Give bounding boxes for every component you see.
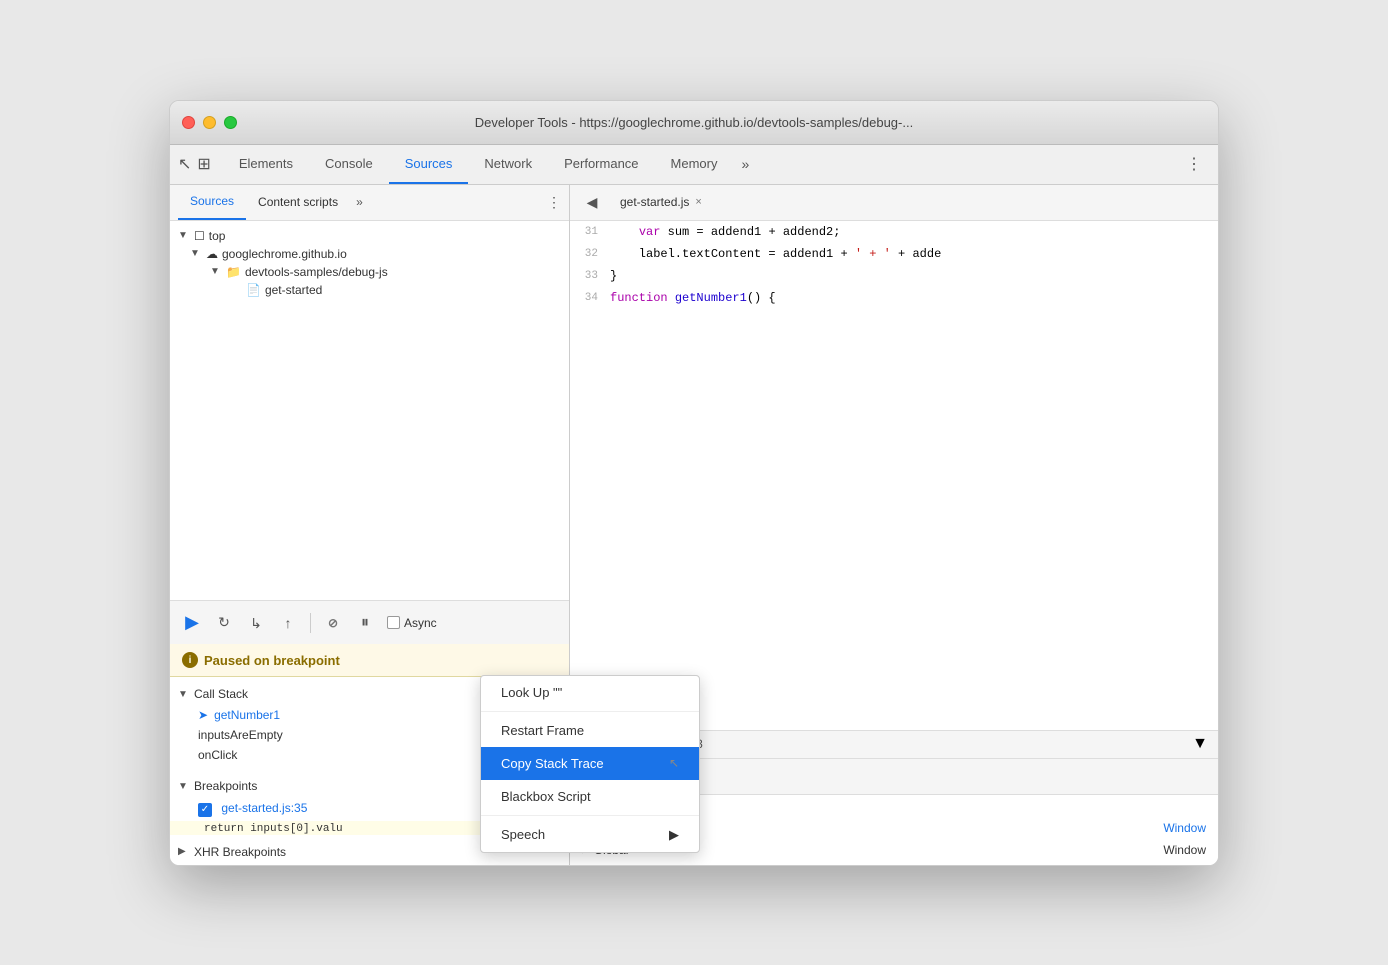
file-tree: ▼ ☐ top ▼ ☁ googlechrome.github.io ▼ 📁 d…: [170, 221, 569, 601]
ctx-item-restart-frame[interactable]: Restart Frame: [481, 714, 699, 747]
tree-item-domain[interactable]: ▼ ☁ googlechrome.github.io: [170, 245, 569, 263]
tree-arrow: ▼: [178, 230, 190, 241]
ctx-item-speech[interactable]: Speech ▶: [481, 818, 699, 852]
step-out-button[interactable]: ↑: [274, 609, 302, 637]
device-icon[interactable]: ⊞: [197, 154, 210, 174]
debugger-controls: ▶ ↻ ↰ ↑ ⊘ ⏸ Async: [170, 600, 569, 644]
tree-label-top: top: [209, 229, 226, 243]
subtab-more-button[interactable]: »: [350, 195, 369, 209]
close-button[interactable]: [182, 116, 195, 129]
tree-arrow: ▼: [210, 266, 222, 277]
code-editor[interactable]: 31 var sum = addend1 + addend2; 32 label…: [570, 221, 1218, 730]
code-line-31: 31 var sum = addend1 + addend2;: [570, 221, 1218, 243]
devtools-window: Developer Tools - https://googlechrome.g…: [169, 100, 1219, 866]
top-icon: ☐: [194, 229, 205, 243]
ctx-item-lookup[interactable]: Look Up "": [481, 676, 699, 709]
cursor-icon: ↖: [669, 756, 679, 770]
tab-sources[interactable]: Sources: [389, 144, 469, 184]
bp-checkbox[interactable]: ✓: [198, 803, 212, 817]
devtools-tabs: ↖ ⊞ Elements Console Sources Network Per…: [170, 145, 1218, 185]
code-filename: get-started.js: [620, 195, 689, 209]
subtab-menu-button[interactable]: ⋮: [547, 194, 561, 211]
active-frame-icon: ➤: [198, 708, 208, 722]
callstack-item-label: inputsAreEmpty: [198, 728, 283, 742]
domain-icon: ☁: [206, 247, 218, 261]
code-header: ◀ get-started.js ×: [570, 185, 1218, 221]
traffic-lights: [182, 116, 237, 129]
async-label[interactable]: Async: [387, 616, 437, 630]
tab-console[interactable]: Console: [309, 144, 389, 184]
tree-label-file: get-started: [265, 283, 322, 297]
context-menu: Look Up "" Restart Frame Copy Stack Trac…: [480, 675, 700, 853]
xhr-arrow: ▶: [178, 846, 190, 857]
tree-item-file[interactable]: ▶ 📄 get-started: [170, 281, 569, 299]
tab-performance[interactable]: Performance: [548, 144, 654, 184]
async-checkbox[interactable]: [387, 616, 400, 629]
resume-button[interactable]: ▶: [178, 609, 206, 637]
ctx-item-blackbox-script[interactable]: Blackbox Script: [481, 780, 699, 813]
subtab-content-scripts[interactable]: Content scripts: [246, 184, 350, 220]
paused-banner: i Paused on breakpoint: [170, 644, 569, 677]
minimize-button[interactable]: [203, 116, 216, 129]
folder-icon: 📁: [226, 265, 241, 279]
code-line-34: 34 function getNumber1() {: [570, 287, 1218, 309]
line-content-31: var sum = addend1 + addend2;: [610, 225, 1218, 239]
line-content-32: label.textContent = addend1 + ' + ' + ad…: [610, 247, 1218, 261]
code-line-33: 33 }: [570, 265, 1218, 287]
deactivate-breakpoints-button[interactable]: ⊘: [319, 609, 347, 637]
subtab-sources[interactable]: Sources: [178, 184, 246, 220]
xhr-breakpoints-title: XHR Breakpoints: [194, 845, 286, 859]
paused-text: Paused on breakpoint: [204, 653, 340, 668]
tree-label-folder: devtools-samples/debug-js: [245, 265, 388, 279]
callstack-item-label: onClick: [198, 748, 237, 762]
title-bar: Developer Tools - https://googlechrome.g…: [170, 101, 1218, 145]
step-into-button[interactable]: ↰: [242, 609, 270, 637]
inspect-icon[interactable]: ↖: [178, 154, 191, 174]
devtools-body: Sources Content scripts » ⋮ ▼ ☐ top: [170, 185, 1218, 865]
breakpoints-title: Breakpoints: [194, 779, 257, 793]
breakpoints-arrow: ▼: [178, 781, 190, 792]
async-text: Async: [404, 616, 437, 630]
window-title: Developer Tools - https://googlechrome.g…: [475, 115, 913, 130]
info-icon: i: [182, 652, 198, 668]
devtools-menu-button[interactable]: ⋮: [1178, 154, 1210, 174]
footer-dropdown[interactable]: ▼: [1192, 735, 1208, 753]
bp-label: get-started.js:35: [221, 801, 307, 815]
tree-arrow: ▼: [190, 248, 202, 259]
code-line-32: 32 label.textContent = addend1 + ' + ' +…: [570, 243, 1218, 265]
tab-memory[interactable]: Memory: [655, 144, 734, 184]
tree-item-top[interactable]: ▼ ☐ top: [170, 227, 569, 245]
divider: [310, 613, 311, 633]
code-tab-get-started[interactable]: get-started.js ×: [610, 184, 712, 220]
tab-elements[interactable]: Elements: [223, 144, 309, 184]
line-number-32: 32: [570, 248, 610, 260]
line-number-31: 31: [570, 226, 610, 238]
ctx-separator-2: [481, 815, 699, 816]
ctx-item-copy-stack-trace[interactable]: Copy Stack Trace ↖: [481, 747, 699, 780]
line-content-34: function getNumber1() {: [610, 291, 1218, 305]
ctx-separator: [481, 711, 699, 712]
tree-item-folder[interactable]: ▼ 📁 devtools-samples/debug-js: [170, 263, 569, 281]
callstack-title: Call Stack: [194, 687, 248, 701]
tree-label-domain: googlechrome.github.io: [222, 247, 347, 261]
global-val: Window: [1163, 843, 1206, 857]
devtools-toolbar-icons: ↖ ⊞: [178, 154, 211, 174]
line-content-33: }: [610, 269, 1218, 283]
line-number-34: 34: [570, 292, 610, 304]
tabs-more-button[interactable]: »: [733, 156, 757, 172]
maximize-button[interactable]: [224, 116, 237, 129]
file-icon: 📄: [246, 283, 261, 297]
navigate-back-button[interactable]: ◀: [578, 188, 606, 216]
step-over-button[interactable]: ↻: [210, 609, 238, 637]
callstack-arrow: ▼: [178, 689, 190, 700]
code-tab-close-button[interactable]: ×: [695, 196, 701, 208]
tab-network[interactable]: Network: [468, 144, 548, 184]
submenu-arrow: ▶: [669, 827, 679, 843]
sources-subtabs: Sources Content scripts » ⋮: [170, 185, 569, 221]
line-number-33: 33: [570, 270, 610, 282]
this-val: Window: [1163, 821, 1206, 835]
pause-button[interactable]: ⏸: [351, 609, 379, 637]
callstack-item-label: getNumber1: [214, 708, 280, 722]
